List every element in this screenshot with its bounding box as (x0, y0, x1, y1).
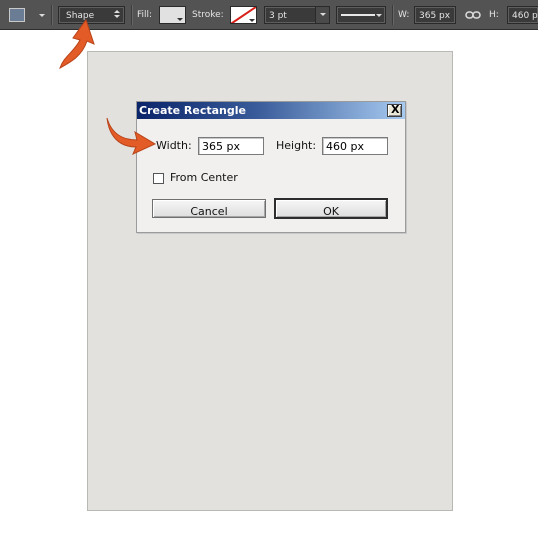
tool-preset-caret-icon[interactable] (39, 14, 45, 17)
height-field[interactable]: 460 px (507, 6, 538, 24)
rectangle-tool-icon[interactable] (9, 8, 25, 22)
annotation-arrow-icon (106, 117, 157, 155)
separator (392, 5, 393, 25)
chevron-down-icon (376, 14, 382, 17)
solid-line-icon (341, 14, 375, 16)
width-label: Width: (156, 139, 192, 152)
width-input[interactable]: 365 px (198, 137, 264, 155)
create-rectangle-dialog: Create Rectangle X Width: 365 px Height:… (136, 101, 406, 233)
swatch-caret-icon (249, 19, 255, 22)
stroke-width-value: 3 pt (269, 11, 287, 21)
annotation-arrow-icon (59, 18, 95, 70)
from-center-checkbox[interactable] (153, 173, 164, 184)
height-value: 460 px (512, 11, 538, 21)
width-value: 365 px (419, 11, 451, 21)
close-button[interactable]: X (387, 104, 402, 117)
stroke-width-dropdown-button[interactable] (315, 7, 329, 23)
ok-button[interactable]: OK (274, 198, 388, 219)
cancel-button[interactable]: Cancel (152, 199, 266, 218)
height-label: Height: (276, 139, 317, 152)
separator (131, 5, 132, 25)
link-icon[interactable] (465, 9, 481, 21)
cancel-button-label: Cancel (190, 205, 228, 218)
separator (51, 5, 52, 25)
stroke-type-select[interactable] (336, 6, 386, 24)
height-label: H: (489, 10, 499, 20)
from-center-label[interactable]: From Center (170, 171, 238, 184)
updown-arrows-icon (114, 10, 120, 20)
fill-label: Fill: (137, 10, 153, 20)
height-input[interactable]: 460 px (322, 137, 388, 155)
width-field[interactable]: 365 px (414, 6, 456, 24)
close-icon: X (391, 103, 400, 116)
height-input-value: 460 px (326, 140, 364, 153)
swatch-caret-icon (177, 18, 183, 21)
width-label: W: (398, 10, 410, 20)
stroke-width-field[interactable]: 3 pt (264, 6, 330, 24)
dialog-title-bar[interactable]: Create Rectangle X (137, 102, 405, 119)
stroke-label: Stroke: (192, 10, 224, 20)
fill-color-swatch[interactable] (159, 6, 186, 24)
width-input-value: 365 px (202, 140, 240, 153)
stroke-color-swatch[interactable] (230, 6, 257, 24)
chevron-down-icon (320, 13, 326, 16)
ok-button-label: OK (323, 205, 339, 218)
